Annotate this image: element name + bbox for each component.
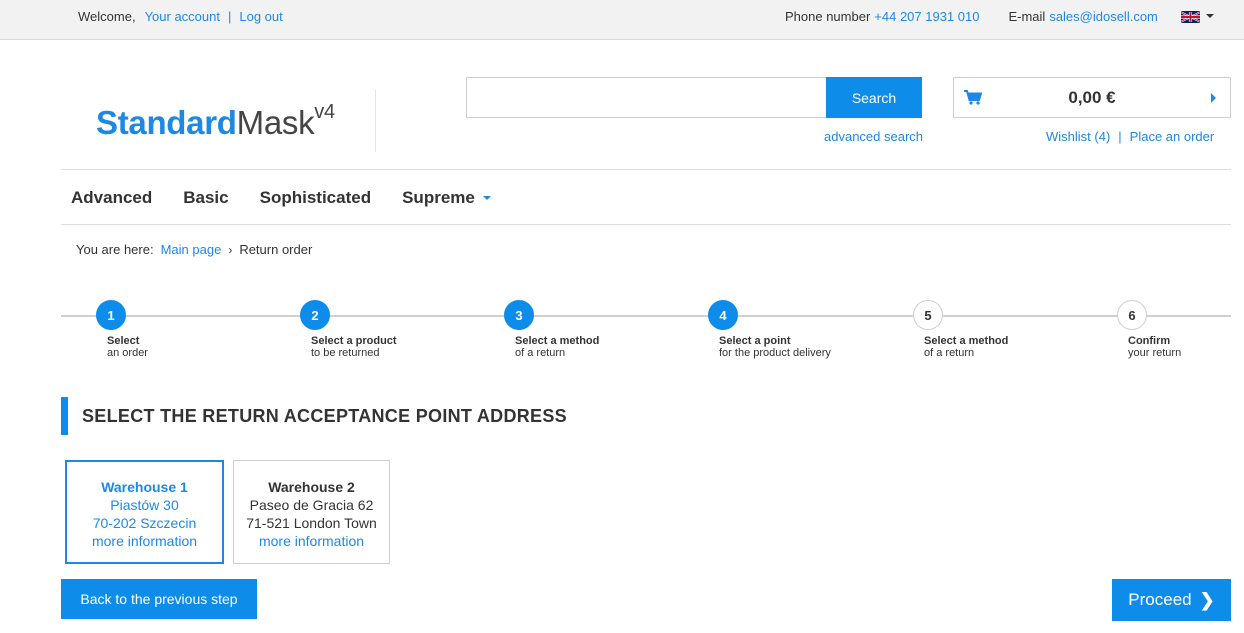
site-logo[interactable]: StandardMaskv4 <box>96 101 335 142</box>
chevron-right-icon: › <box>228 242 233 257</box>
heading-accent-bar <box>61 397 68 435</box>
logo-part-2: Mask <box>236 104 315 141</box>
warehouse-option-2[interactable]: Warehouse 2 Paseo de Gracia 62 71-521 Lo… <box>233 460 390 564</box>
step-5: 5 Select a method of a return <box>913 300 1008 359</box>
more-information-link[interactable]: more information <box>92 533 197 549</box>
step-number: 3 <box>504 300 534 330</box>
logo-divider <box>375 90 376 152</box>
proceed-label: Proceed <box>1128 590 1192 609</box>
phone-label: Phone number <box>785 9 871 24</box>
account-links: Welcome, Your account | Log out <box>78 9 283 24</box>
step-title: Select a point <box>719 335 791 347</box>
warehouse-street: Paseo de Gracia 62 <box>249 497 374 513</box>
main-nav: Advanced Basic Sophisticated Supreme <box>71 188 522 208</box>
email-label: E-mail <box>1008 9 1046 24</box>
step-1: 1 Select an order <box>96 300 148 359</box>
chevron-right-icon: ❯ <box>1199 589 1215 610</box>
nav-divider-bottom <box>61 224 1231 225</box>
top-bar: Welcome, Your account | Log out Phone nu… <box>0 0 1244 40</box>
cart-button[interactable]: 0,00 € <box>953 77 1231 118</box>
cart-amount: 0,00 € <box>1068 88 1116 107</box>
nav-item-sophisticated[interactable]: Sophisticated <box>260 188 371 208</box>
step-title: Confirm <box>1128 335 1171 347</box>
step-number: 6 <box>1117 300 1147 330</box>
advanced-search-link[interactable]: advanced search <box>824 129 923 144</box>
step-subtitle: to be returned <box>311 347 380 359</box>
step-6: 6 Confirm your return <box>1117 300 1181 359</box>
breadcrumb-home-link[interactable]: Main page <box>161 242 222 257</box>
nav-divider-top <box>61 169 1231 170</box>
warehouse-city: 70-202 Szczecin <box>92 515 197 531</box>
cart-arrow-icon <box>1211 93 1216 103</box>
separator: | <box>227 9 232 24</box>
separator: | <box>1118 129 1122 144</box>
more-information-link[interactable]: more information <box>259 533 364 549</box>
nav-item-label: Advanced <box>71 188 153 207</box>
step-number: 2 <box>300 300 330 330</box>
warehouse-option-1[interactable]: Warehouse 1 Piastów 30 70-202 Szczecin m… <box>65 460 224 564</box>
nav-item-advanced[interactable]: Advanced <box>71 188 152 208</box>
breadcrumb: You are here: Main page › Return order <box>76 242 312 257</box>
breadcrumb-current: Return order <box>239 242 313 257</box>
breadcrumb-label: You are here: <box>76 242 154 257</box>
logo-version: v4 <box>314 101 335 123</box>
warehouse-name: Warehouse 1 <box>101 479 188 495</box>
phone-link[interactable]: +44 207 1931 010 <box>874 9 979 24</box>
nav-item-label: Basic <box>183 188 229 207</box>
chevron-down-icon <box>482 196 491 200</box>
step-subtitle: of a return <box>515 347 566 359</box>
logo-part-1: Standard <box>96 104 237 141</box>
step-title: Select a product <box>311 335 397 347</box>
step-3: 3 Select a method of a return <box>504 300 599 359</box>
warehouse-street: Piastów 30 <box>110 497 179 513</box>
warehouse-city: 71-521 London Town <box>246 515 377 531</box>
step-number: 5 <box>913 300 943 330</box>
step-subtitle: for the product delivery <box>719 347 831 359</box>
contact-info: Phone number +44 207 1931 010 E-mail sal… <box>785 9 1158 24</box>
nav-item-label: Sophisticated <box>259 188 372 207</box>
back-button[interactable]: Back to the previous step <box>61 579 257 619</box>
step-subtitle: of a return <box>924 347 975 359</box>
logout-link[interactable]: Log out <box>239 9 282 24</box>
step-number: 1 <box>96 300 126 330</box>
step-title: Select <box>107 335 140 347</box>
step-2: 2 Select a product to be returned <box>300 300 397 359</box>
step-title: Select a method <box>924 335 1009 347</box>
step-4: 4 Select a point for the product delivery <box>708 300 831 359</box>
step-number: 4 <box>708 300 738 330</box>
search-input[interactable] <box>466 77 828 118</box>
search-button[interactable]: Search <box>826 77 922 118</box>
email-link[interactable]: sales@idosell.com <box>1049 9 1158 24</box>
place-order-link[interactable]: Place an order <box>1130 129 1215 144</box>
your-account-link[interactable]: Your account <box>145 9 220 24</box>
step-title: Select a method <box>515 335 600 347</box>
language-caret-icon[interactable] <box>1206 14 1214 18</box>
cart-links: Wishlist (4) | Place an order <box>1046 129 1214 144</box>
warehouse-name: Warehouse 2 <box>268 479 355 495</box>
nav-item-label: Supreme <box>402 188 475 207</box>
welcome-text: Welcome, <box>78 9 136 24</box>
step-subtitle: your return <box>1128 347 1182 359</box>
section-title: SELECT THE RETURN ACCEPTANCE POINT ADDRE… <box>82 406 567 426</box>
nav-item-supreme[interactable]: Supreme <box>402 188 491 208</box>
nav-item-basic[interactable]: Basic <box>183 188 228 208</box>
wishlist-link[interactable]: Wishlist (4) <box>1046 129 1110 144</box>
progress-line <box>61 315 1231 317</box>
proceed-button[interactable]: Proceed ❯ <box>1112 579 1231 621</box>
step-subtitle: an order <box>107 347 148 359</box>
uk-flag-icon[interactable] <box>1181 11 1200 23</box>
